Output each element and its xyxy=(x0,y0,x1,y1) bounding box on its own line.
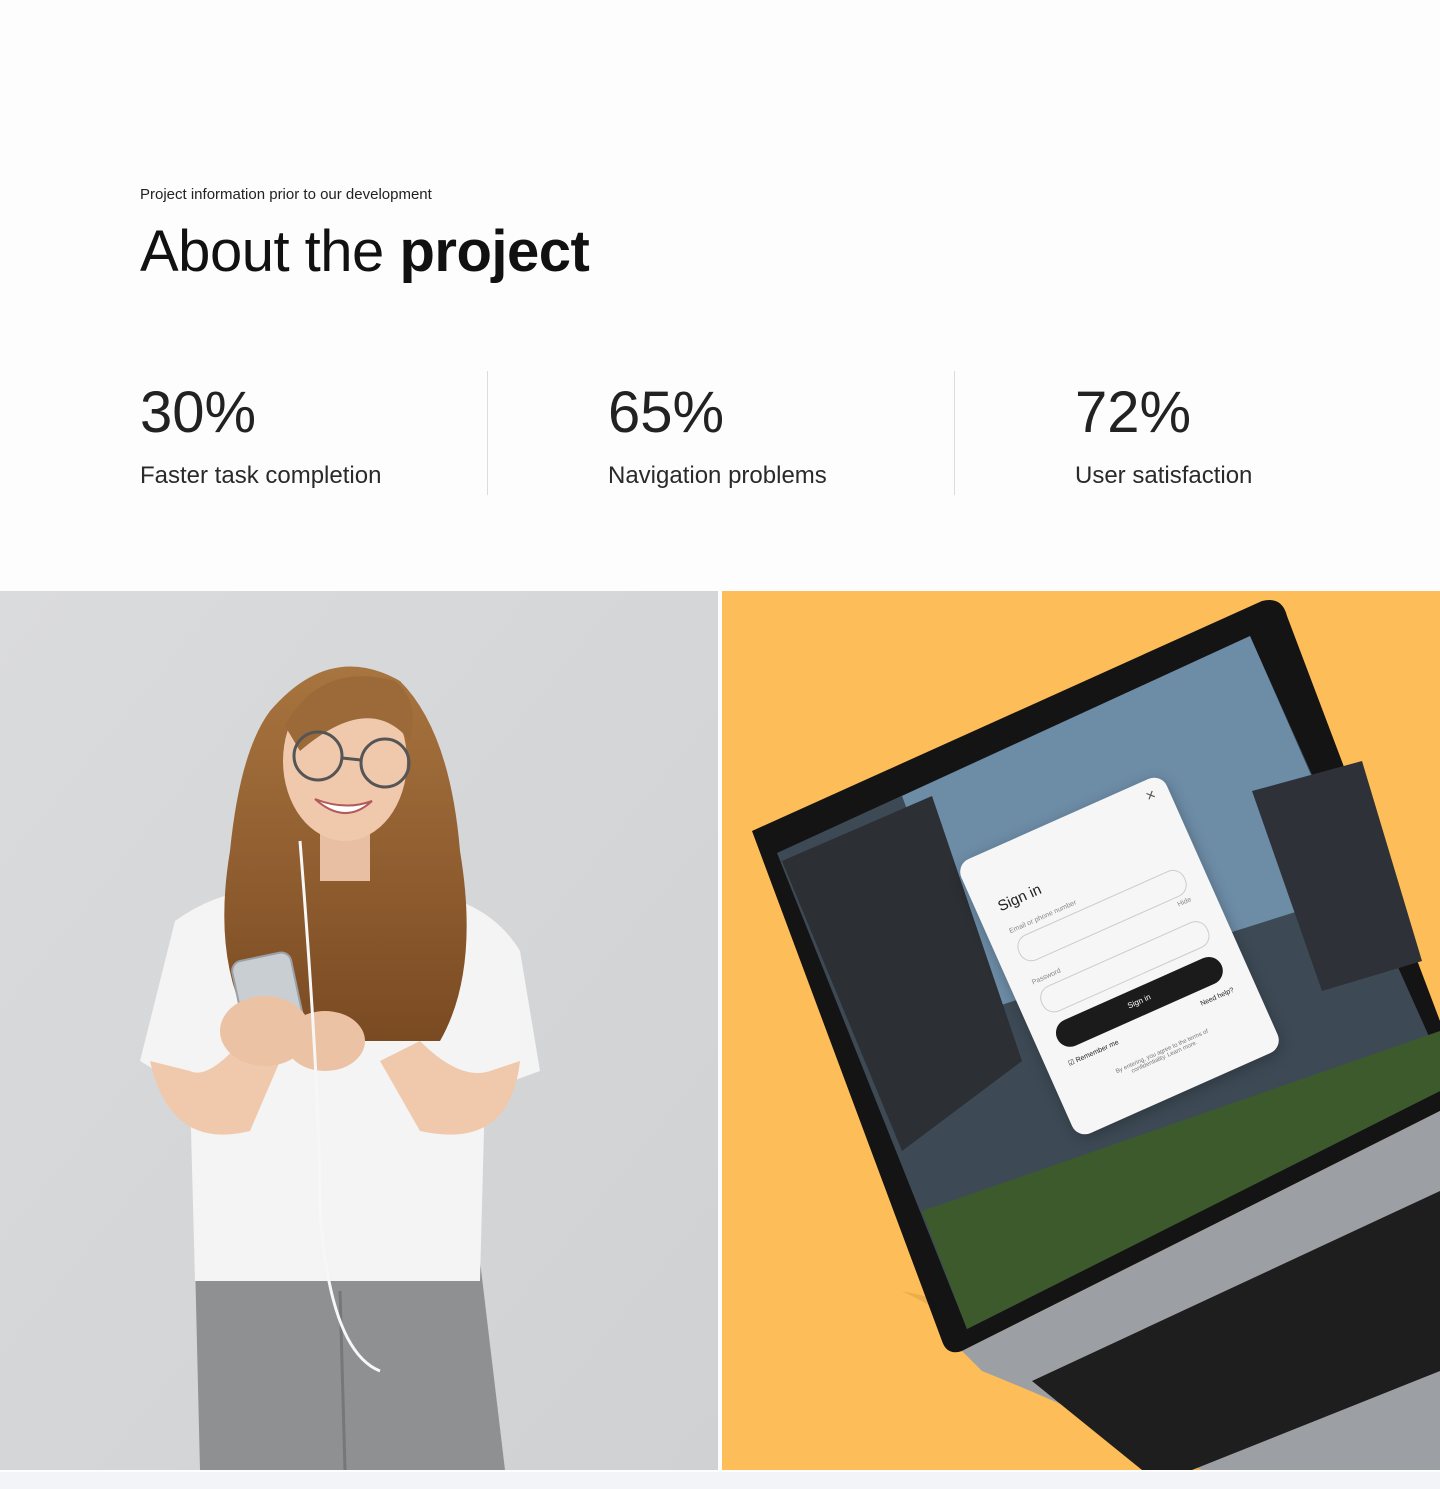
stat-3: 72% User satisfaction xyxy=(1075,380,1252,490)
stat-divider xyxy=(487,371,488,495)
stat-value: 65% xyxy=(608,380,725,445)
stat-2: 65% Navigation problems xyxy=(608,380,827,490)
close-icon[interactable]: × xyxy=(1143,786,1159,806)
page-title: About the project xyxy=(140,216,590,288)
title-bold: project xyxy=(399,219,590,284)
stat-1: 30% Faster task completion xyxy=(140,380,381,490)
stat-value: 30% xyxy=(140,380,257,445)
bottom-strip xyxy=(0,1472,1440,1489)
stat-label: Navigation problems xyxy=(608,462,827,489)
photo-laptop-signin: × Sign in Email or phone number Hide Pas… xyxy=(722,591,1440,1470)
woman-illustration xyxy=(0,591,718,1470)
stat-divider xyxy=(954,371,955,495)
signin-title: Sign in xyxy=(995,880,1045,916)
eyebrow-text: Project information prior to our develop… xyxy=(140,186,432,203)
title-light: About the xyxy=(140,219,400,284)
stat-label: Faster task completion xyxy=(140,462,382,489)
need-help-link[interactable]: Need help? xyxy=(1200,987,1236,1008)
stat-value: 72% xyxy=(1075,380,1192,445)
hide-password-toggle[interactable]: Hide xyxy=(1177,896,1193,908)
stat-label: User satisfaction xyxy=(1075,462,1253,489)
photo-woman-with-phone xyxy=(0,591,718,1470)
